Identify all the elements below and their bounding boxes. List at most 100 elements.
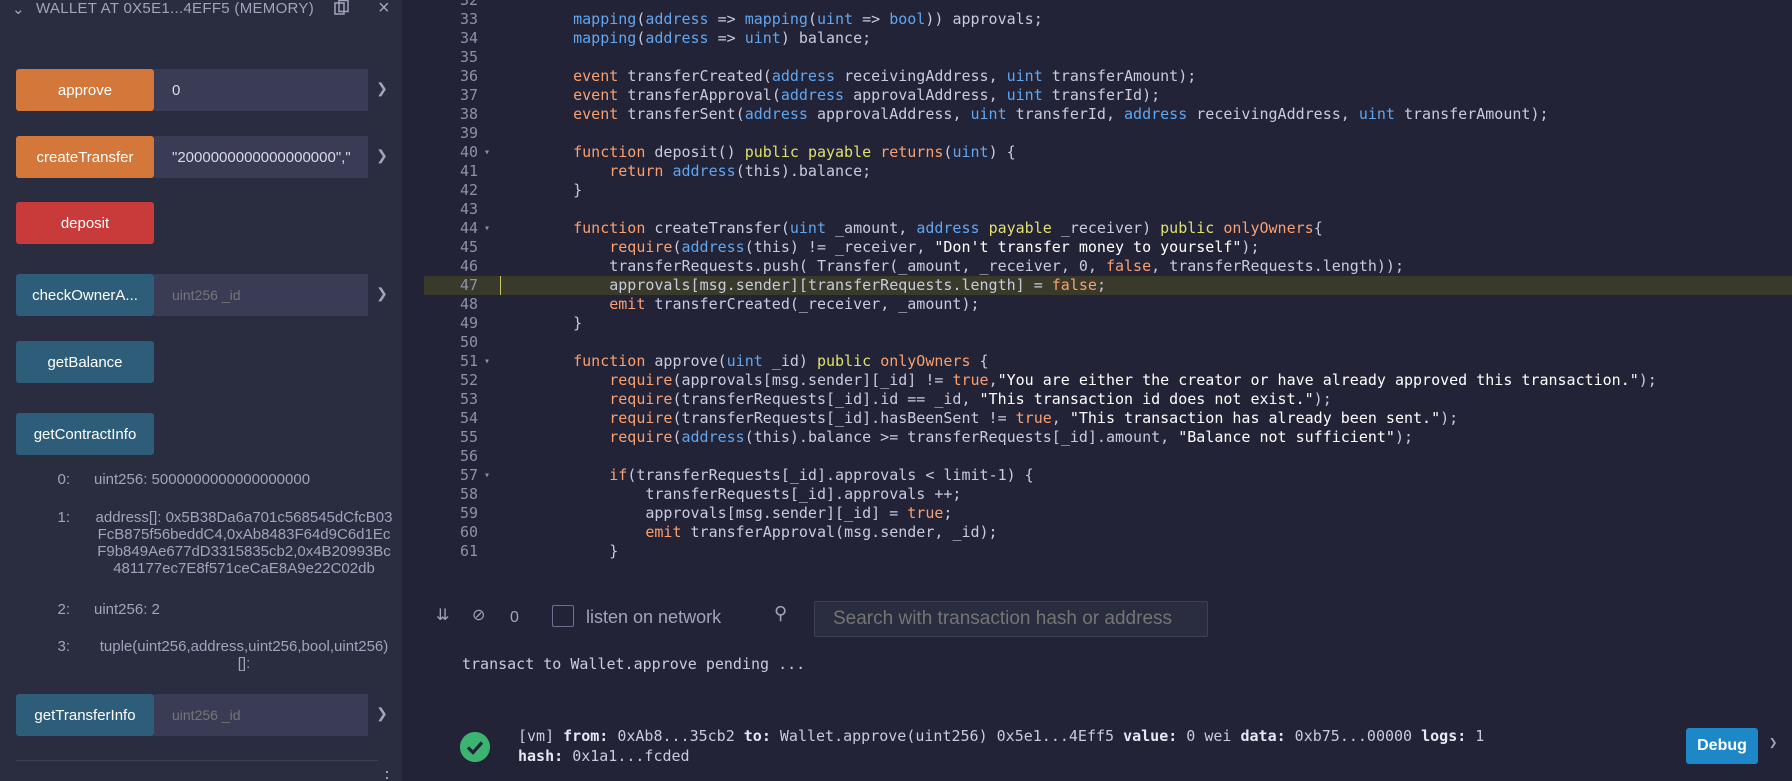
code-line[interactable]: 44 ▾ function createTransfer(uint _amount…	[424, 219, 1792, 238]
line-number: 41	[459, 162, 478, 180]
code-text: mapping(address => mapping(uint => bool)…	[573, 10, 1043, 28]
code-line[interactable]: 41 return address(this).balance;	[424, 162, 1792, 181]
copy-icon[interactable]	[334, 0, 350, 16]
transaction-summary[interactable]: [vm] from: 0xAb8...35cb2 to: Wallet.appr…	[518, 727, 1484, 745]
code-line[interactable]: 39	[424, 124, 1792, 143]
code-line[interactable]: 47 approvals[msg.sender][transferRequest…	[424, 276, 1792, 295]
line-number: 57	[459, 466, 478, 484]
code-line[interactable]: 50	[424, 333, 1792, 352]
listen-on-network-checkbox[interactable]	[552, 605, 574, 627]
line-number: 60	[459, 523, 478, 541]
clear-console-icon[interactable]: ⊘	[472, 605, 485, 625]
code-line[interactable]: 38 event transferSent(address approvalAd…	[424, 105, 1792, 124]
code-line[interactable]: 61 }	[424, 542, 1792, 561]
code-text: }	[537, 542, 619, 560]
line-number: 54	[459, 409, 478, 427]
line-number: 47	[459, 276, 478, 294]
line-number: 45	[459, 238, 478, 256]
code-text: emit transferCreated(_receiver, _amount)…	[609, 295, 980, 313]
check-owner-approval-input[interactable]	[154, 274, 368, 316]
get-transfer-info-input[interactable]	[154, 694, 368, 736]
code-line[interactable]: 54 require(transferRequests[_id].hasBeen…	[424, 409, 1792, 428]
line-number: 46	[459, 257, 478, 275]
code-text: require(approvals[msg.sender][_id] != tr…	[609, 371, 1657, 389]
line-number: 43	[459, 200, 478, 218]
pending-count: 0	[510, 609, 519, 626]
code-line[interactable]: 51 ▾ function approve(uint _id) public on…	[424, 352, 1792, 371]
code-line[interactable]: 55 require(address(this).balance >= tran…	[424, 428, 1792, 447]
contract-instance-header[interactable]: ⌄ WALLET AT 0X5E1...4EFF5 (MEMORY) ×	[0, 0, 402, 22]
code-line[interactable]: 40 ▾ function deposit() public payable re…	[424, 143, 1792, 162]
code-text: require(transferRequests[_id].hasBeenSen…	[609, 409, 1459, 427]
collapse-terminal-icon[interactable]: ⇊	[436, 605, 449, 625]
more-icon[interactable]: ⋮	[378, 768, 396, 781]
approve-input[interactable]	[154, 69, 368, 111]
pending-message: transact to Wallet.approve pending ...	[462, 655, 806, 673]
code-line[interactable]: 32	[424, 0, 1792, 10]
code-line[interactable]: 48 emit transferCreated(_receiver, _amou…	[424, 295, 1792, 314]
chevron-down-icon[interactable]: ❯	[372, 285, 392, 305]
highlight-marker	[500, 276, 501, 295]
code-line[interactable]: 49 }	[424, 314, 1792, 333]
deposit-button[interactable]: deposit	[16, 202, 154, 244]
code-editor[interactable]: 32 33 mapping(address => mapping(uint => …	[424, 0, 1792, 563]
code-line[interactable]: 60 emit transferApproval(msg.sender, _id…	[424, 523, 1792, 542]
code-line[interactable]: 45 require(address(this) != _receiver, "…	[424, 238, 1792, 257]
code-line[interactable]: 59 approvals[msg.sender][_id] = true;	[424, 504, 1792, 523]
get-contract-info-button[interactable]: getContractInfo	[16, 413, 154, 455]
code-line[interactable]: 34 mapping(address => uint) balance;	[424, 29, 1792, 48]
success-check-icon	[460, 732, 490, 762]
chevron-down-icon[interactable]: ❯	[372, 80, 392, 100]
line-number: 37	[459, 86, 478, 104]
code-line[interactable]: 33 mapping(address => mapping(uint => bo…	[424, 10, 1792, 29]
code-line[interactable]: 37 event transferApproval(address approv…	[424, 86, 1792, 105]
line-number: 56	[459, 447, 478, 465]
fold-toggle-icon[interactable]: ▾	[484, 352, 490, 371]
code-text: require(address(this).balance >= transfe…	[609, 428, 1414, 446]
approve-button[interactable]: approve	[16, 69, 154, 111]
debug-button[interactable]: Debug	[1686, 728, 1758, 764]
deploy-panel: ⌄ WALLET AT 0X5E1...4EFF5 (MEMORY) × app…	[0, 0, 402, 781]
get-balance-button[interactable]: getBalance	[16, 341, 154, 383]
check-owner-approval-button[interactable]: checkOwnerA...	[16, 274, 154, 316]
chevron-down-icon[interactable]: ❯	[372, 705, 392, 725]
listen-on-network-label: listen on network	[586, 607, 722, 627]
fold-toggle-icon[interactable]: ▾	[484, 143, 490, 162]
line-number: 44	[459, 219, 478, 237]
code-text: transferRequests.push( Transfer(_amount,…	[609, 257, 1404, 275]
chevron-down-icon[interactable]: ⌄	[12, 0, 25, 18]
code-text: function approve(uint _id) public onlyOw…	[573, 352, 989, 370]
line-number: 32	[459, 0, 478, 9]
code-line[interactable]: 53 require(transferRequests[_id].id == _…	[424, 390, 1792, 409]
code-line[interactable]: 43	[424, 200, 1792, 219]
fold-toggle-icon[interactable]: ▾	[484, 466, 490, 485]
panel-divider[interactable]	[402, 0, 424, 781]
code-text: }	[537, 181, 583, 199]
code-line[interactable]: 42 }	[424, 181, 1792, 200]
get-transfer-info-button[interactable]: getTransferInfo	[16, 694, 154, 736]
create-transfer-input[interactable]	[154, 136, 368, 178]
create-transfer-button[interactable]: createTransfer	[16, 136, 154, 178]
search-input[interactable]	[814, 601, 1208, 637]
line-number: 52	[459, 371, 478, 389]
code-line[interactable]: 36 event transferCreated(address receivi…	[424, 67, 1792, 86]
chevron-down-icon[interactable]: ❯	[372, 147, 392, 167]
chevron-down-icon[interactable]: ❯	[1769, 735, 1777, 751]
line-number: 42	[459, 181, 478, 199]
code-line[interactable]: 52 require(approvals[msg.sender][_id] !=…	[424, 371, 1792, 390]
line-number: 51	[459, 352, 478, 370]
close-icon[interactable]: ×	[378, 0, 390, 20]
code-text: mapping(address => uint) balance;	[573, 29, 872, 47]
code-text: return address(this).balance;	[609, 162, 872, 180]
code-text: event transferCreated(address receivingA…	[573, 67, 1197, 85]
divider	[16, 760, 378, 761]
code-line[interactable]: 56	[424, 447, 1792, 466]
code-line[interactable]: 35	[424, 48, 1792, 67]
code-text: approvals[msg.sender][_id] = true;	[645, 504, 953, 522]
transaction-hash: hash: 0x1a1...fcded	[518, 747, 690, 765]
fold-toggle-icon[interactable]: ▾	[484, 219, 490, 238]
line-number: 35	[459, 48, 478, 66]
code-line[interactable]: 57 ▾ if(transferRequests[_id].approvals <…	[424, 466, 1792, 485]
code-line[interactable]: 58 transferRequests[_id].approvals ++;	[424, 485, 1792, 504]
code-line[interactable]: 46 transferRequests.push( Transfer(_amou…	[424, 257, 1792, 276]
